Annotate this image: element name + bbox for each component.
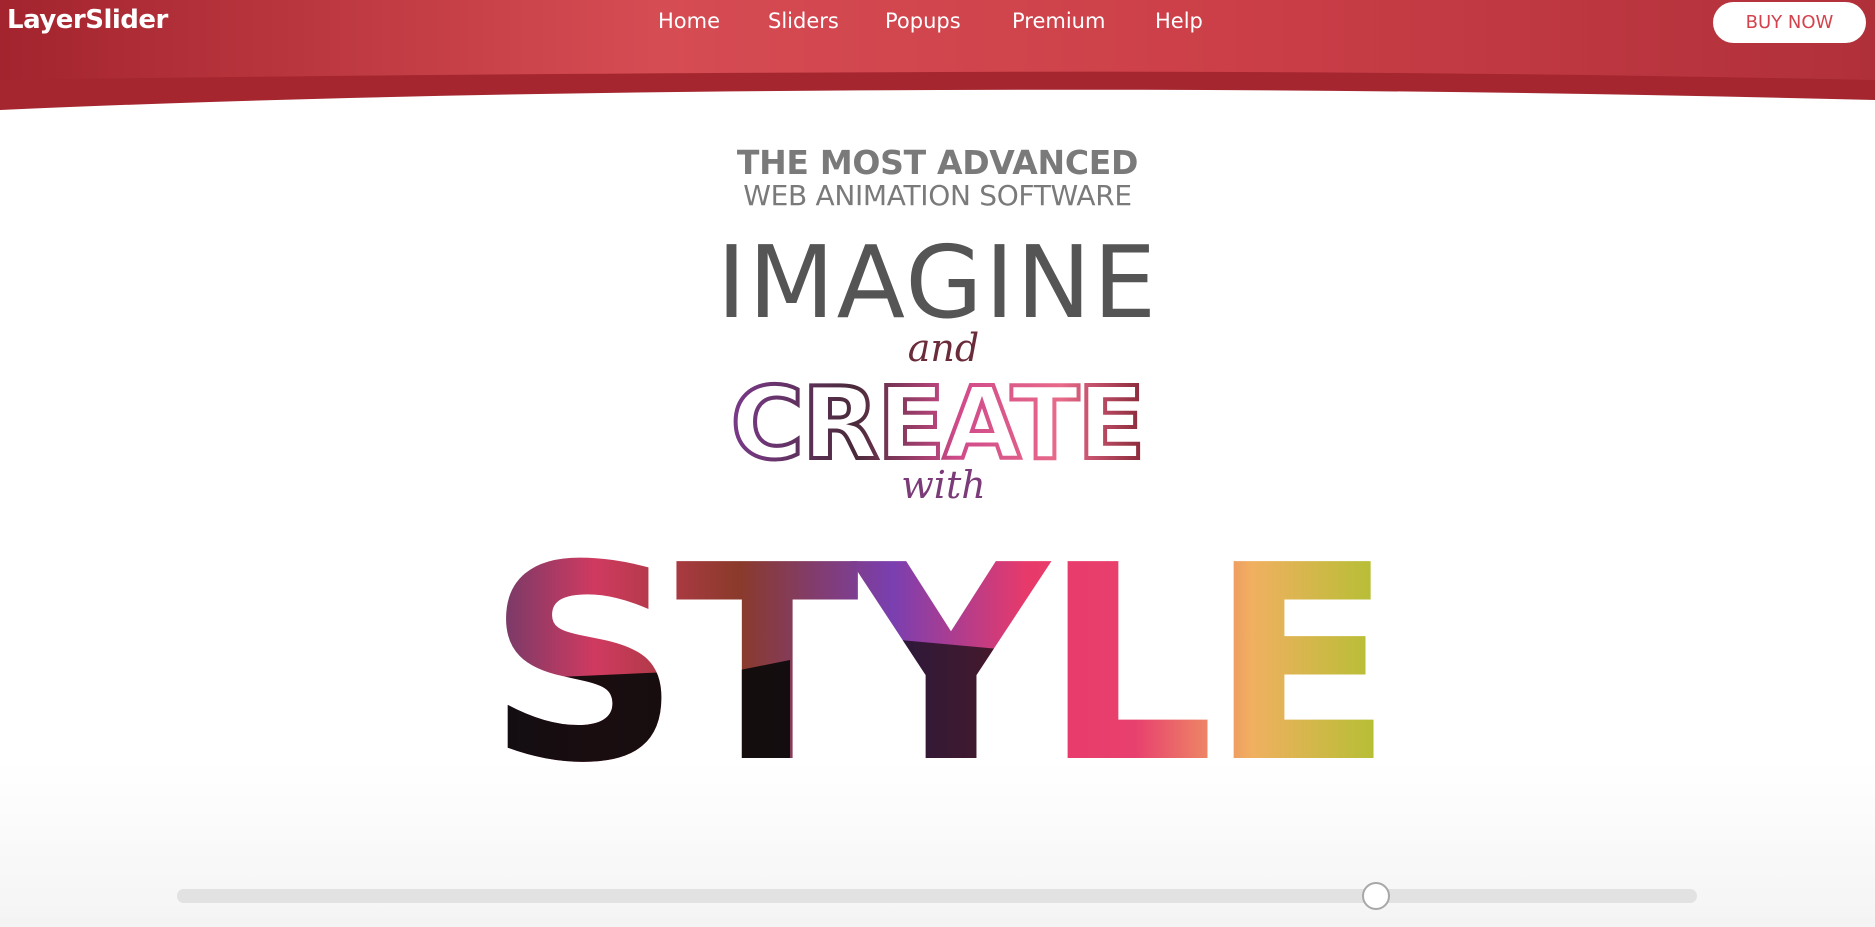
slider-timeline-progress bbox=[177, 889, 1376, 903]
hero-word-style-graphic: STYLE STYLE bbox=[487, 507, 1394, 822]
slider-timeline-handle[interactable] bbox=[1362, 882, 1390, 910]
slider-timeline-track[interactable] bbox=[177, 882, 1697, 910]
page: LayerSlider Home Sliders Popups Premium … bbox=[0, 0, 1875, 927]
